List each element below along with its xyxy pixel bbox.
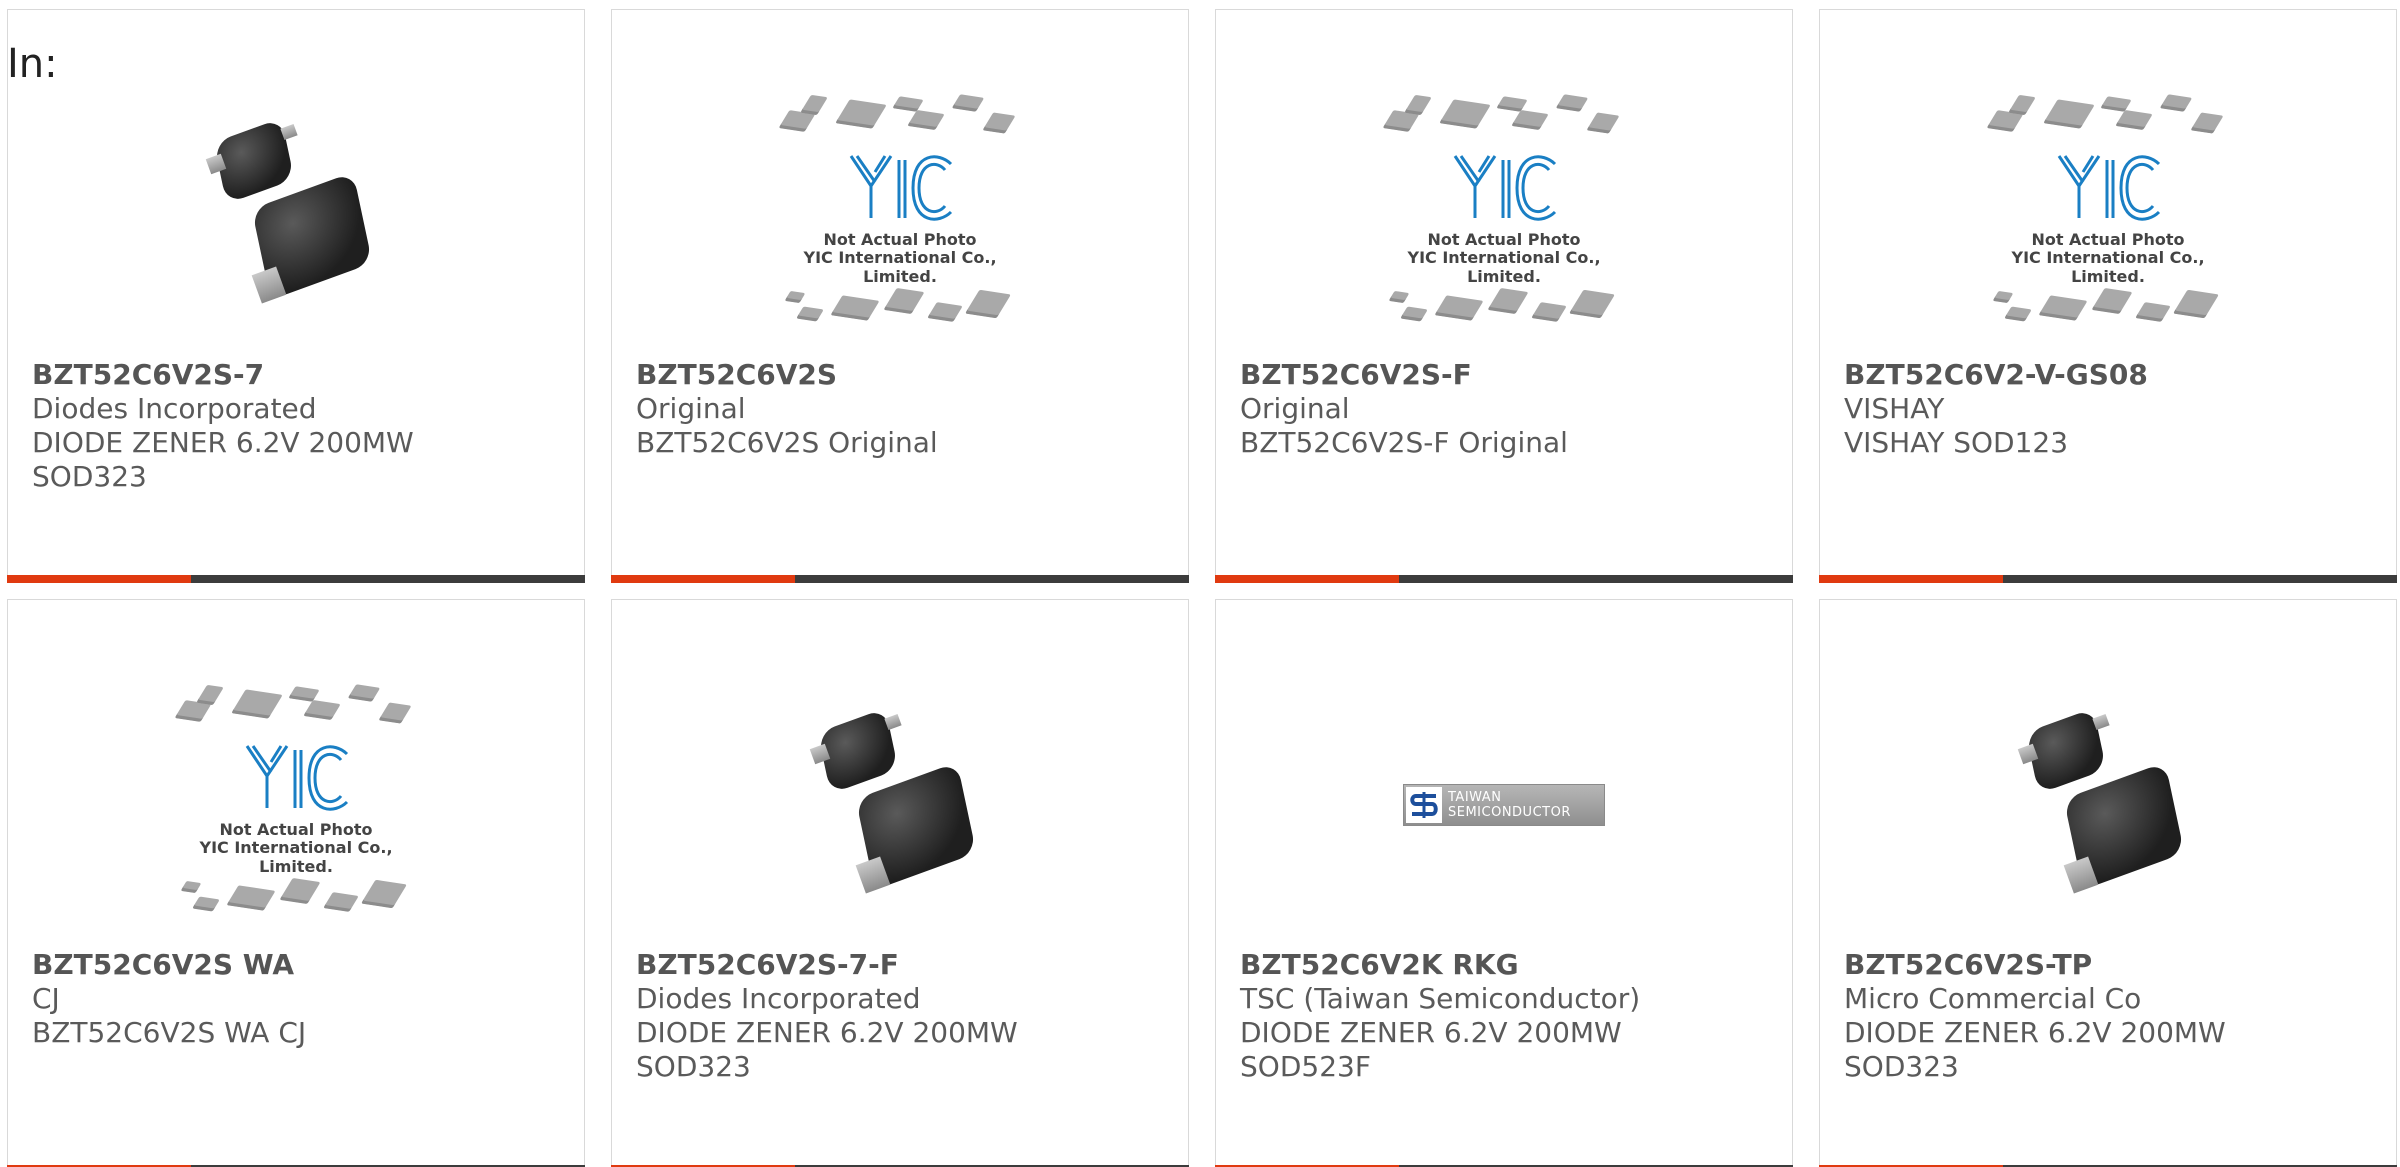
yic-logo-icon <box>1453 155 1557 221</box>
card-bottom-bar <box>1215 575 1793 583</box>
product-image[interactable]: Not Actual Photo YIC International Co., … <box>1820 80 2396 350</box>
manufacturer: CJ <box>32 982 60 1015</box>
placeholder-caption: Not Actual Photo <box>219 820 373 839</box>
description: DIODE ZENER 6.2V 200MW <box>1844 1016 2226 1049</box>
not-actual-photo-icon: Not Actual Photo YIC International Co., … <box>765 90 1035 340</box>
part-number-link[interactable]: BZT52C6V2S-7 <box>32 358 564 392</box>
diode-photo-icon <box>2008 700 2208 910</box>
part-number-link[interactable]: BZT52C6V2S <box>636 358 1168 392</box>
description: BZT52C6V2S WA CJ <box>32 1016 307 1049</box>
description: BZT52C6V2S-F Original <box>1240 426 1568 459</box>
yic-logo-icon <box>245 745 349 811</box>
product-card[interactable]: TAIWAN SEMICONDUCTOR BZT52C6V2K RKG TSC … <box>1215 599 1793 1167</box>
product-card[interactable]: Not Actual Photo YIC International Co., … <box>1215 9 1793 583</box>
product-grid: BZT52C6V2S-7 Diodes Incorporated DIODE Z… <box>0 0 2400 1167</box>
product-card[interactable]: Not Actual Photo YIC International Co., … <box>611 9 1189 583</box>
product-image[interactable] <box>8 80 584 350</box>
filter-label: In: <box>7 41 58 87</box>
description: BZT52C6V2S Original <box>636 426 938 459</box>
product-card[interactable]: BZT52C6V2S-7-F Diodes Incorporated DIODE… <box>611 599 1189 1167</box>
placeholder-caption: YIC International Co., Limited. <box>803 248 997 286</box>
manufacturer: Original <box>1240 392 1350 425</box>
manufacturer: Diodes Incorporated <box>636 982 921 1015</box>
yic-logo-icon <box>2057 155 2161 221</box>
not-actual-photo-icon: Not Actual Photo YIC International Co., … <box>161 680 431 930</box>
product-card[interactable]: Not Actual Photo YIC International Co., … <box>7 599 585 1167</box>
placeholder-caption: YIC International Co., Limited. <box>199 838 393 876</box>
tsc-logo-line2: SEMICONDUCTOR <box>1448 805 1571 820</box>
product-results-page: In: BZT52C6V2S-7 Diodes Incorporated DIO… <box>0 0 2400 1167</box>
placeholder-caption: YIC International Co., Limited. <box>2011 248 2205 286</box>
product-card[interactable]: BZT52C6V2S-TP Micro Commercial Co DIODE … <box>1819 599 2397 1167</box>
description: DIODE ZENER 6.2V 200MW <box>32 426 414 459</box>
product-image[interactable]: Not Actual Photo YIC International Co., … <box>8 670 584 940</box>
package: SOD323 <box>1844 1050 1959 1083</box>
manufacturer: VISHAY <box>1844 392 1945 425</box>
part-number-link[interactable]: BZT52C6V2S WA <box>32 948 564 982</box>
placeholder-caption: Not Actual Photo <box>1427 230 1581 249</box>
card-bottom-bar <box>611 575 1189 583</box>
manufacturer: Original <box>636 392 746 425</box>
manufacturer: Micro Commercial Co <box>1844 982 2142 1015</box>
not-actual-photo-icon: Not Actual Photo YIC International Co., … <box>1369 90 1639 340</box>
placeholder-caption: YIC International Co., Limited. <box>1407 248 1601 286</box>
placeholder-caption: Not Actual Photo <box>823 230 977 249</box>
diode-photo-icon <box>196 110 396 320</box>
package: SOD323 <box>636 1050 751 1083</box>
tsc-logo-line1: TAIWAN <box>1448 790 1502 805</box>
part-number-link[interactable]: BZT52C6V2S-TP <box>1844 948 2376 982</box>
product-image[interactable]: Not Actual Photo YIC International Co., … <box>1216 80 1792 350</box>
yic-logo-icon <box>849 155 953 221</box>
manufacturer: Diodes Incorporated <box>32 392 317 425</box>
not-actual-photo-icon: Not Actual Photo YIC International Co., … <box>1973 90 2243 340</box>
description: VISHAY SOD123 <box>1844 426 2069 459</box>
card-bottom-bar <box>7 575 585 583</box>
placeholder-caption: Not Actual Photo <box>2031 230 2185 249</box>
manufacturer: TSC (Taiwan Semiconductor) <box>1240 982 1641 1015</box>
part-number-link[interactable]: BZT52C6V2S-F <box>1240 358 1772 392</box>
description: DIODE ZENER 6.2V 200MW <box>636 1016 1018 1049</box>
package: SOD323 <box>32 460 147 493</box>
product-image[interactable]: TAIWAN SEMICONDUCTOR <box>1216 670 1792 940</box>
product-card[interactable]: Not Actual Photo YIC International Co., … <box>1819 9 2397 583</box>
part-number-link[interactable]: BZT52C6V2-V-GS08 <box>1844 358 2376 392</box>
taiwan-semiconductor-logo-icon: TAIWAN SEMICONDUCTOR <box>1403 784 1605 826</box>
product-image[interactable] <box>1820 670 2396 940</box>
package: SOD523F <box>1240 1050 1371 1083</box>
description: DIODE ZENER 6.2V 200MW <box>1240 1016 1622 1049</box>
product-image[interactable] <box>612 670 1188 940</box>
product-image[interactable]: Not Actual Photo YIC International Co., … <box>612 80 1188 350</box>
diode-photo-icon <box>800 700 1000 910</box>
product-card[interactable]: BZT52C6V2S-7 Diodes Incorporated DIODE Z… <box>7 9 585 583</box>
card-bottom-bar <box>1819 575 2397 583</box>
part-number-link[interactable]: BZT52C6V2S-7-F <box>636 948 1168 982</box>
part-number-link[interactable]: BZT52C6V2K RKG <box>1240 948 1772 982</box>
tsc-mark-icon <box>1410 792 1438 818</box>
